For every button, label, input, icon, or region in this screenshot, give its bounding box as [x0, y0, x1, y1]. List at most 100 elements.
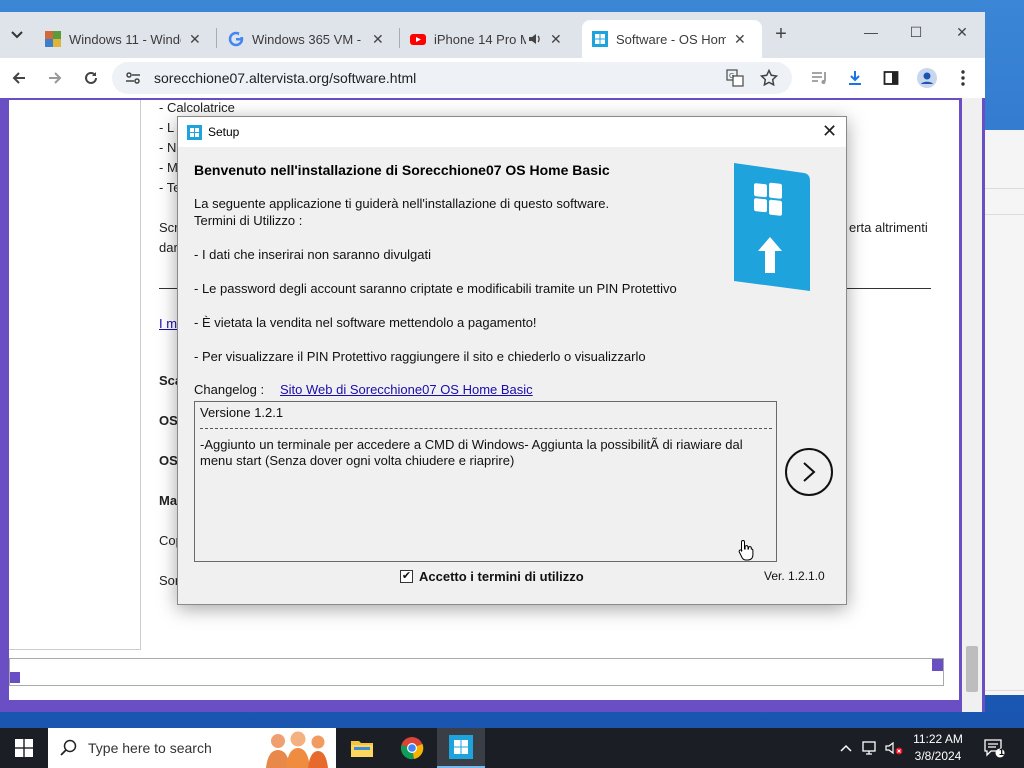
notification-count: 1 [999, 747, 1005, 757]
next-button[interactable] [785, 448, 833, 496]
changelog-label: Changelog : [194, 382, 265, 397]
separator-line [200, 428, 772, 429]
page-footer-bar [9, 658, 944, 686]
new-tab-button[interactable]: + [770, 24, 792, 46]
downloads-button[interactable] [843, 66, 867, 90]
close-tab-icon[interactable]: ✕ [734, 31, 746, 48]
term-item: - È vietata la vendita nel software mett… [194, 315, 537, 330]
windows-logo-icon [187, 125, 202, 140]
hand-cursor-icon [738, 539, 754, 561]
chrome-menu-button[interactable] [951, 66, 975, 90]
close-tab-icon[interactable]: ✕ [372, 31, 384, 48]
dialog-heading: Benvenuto nell'installazione di Sorecchi… [194, 162, 610, 178]
clock-time: 11:22 AM [913, 732, 963, 746]
section-heading: OS [159, 413, 178, 428]
svg-text:G: G [729, 72, 734, 80]
clock-date: 3/8/2024 [914, 749, 962, 763]
back-button[interactable] [7, 66, 31, 90]
address-bar[interactable]: sorecchione07.altervista.org/software.ht… [112, 62, 792, 94]
list-item: - M [159, 160, 178, 175]
chevron-up-icon [840, 744, 852, 752]
side-panel-icon [883, 71, 899, 85]
media-controls-button[interactable] [808, 66, 832, 90]
section-heading: Ma [159, 493, 178, 508]
profile-button[interactable] [915, 66, 939, 90]
tab-search-button[interactable] [6, 24, 28, 46]
chrome-taskbar-button[interactable] [388, 728, 436, 768]
file-explorer-taskbar-button[interactable] [338, 728, 386, 768]
setup-app-taskbar-button[interactable] [437, 728, 485, 768]
background-window[interactable] [984, 130, 1024, 695]
setup-logo-icon [734, 163, 810, 291]
download-icon [849, 71, 861, 85]
dialog-close-button[interactable]: ✕ [822, 121, 837, 142]
version-line: Versione 1.2.1 [200, 405, 284, 420]
music-queue-icon [812, 72, 826, 84]
list-item: - N [159, 140, 177, 155]
search-placeholder: Type here to search [88, 740, 212, 756]
taskbar-clock[interactable]: 11:22 AM 3/8/2024 [900, 731, 976, 765]
scrollbar-thumb[interactable] [966, 646, 978, 692]
list-item: - Calcolatrice [159, 100, 235, 115]
page-link[interactable]: I m [159, 316, 177, 331]
forward-button[interactable] [43, 66, 67, 90]
reload-icon [85, 71, 97, 84]
intro-text: La seguente applicazione ti guiderà nell… [194, 196, 610, 211]
page-sidebar [9, 100, 141, 650]
search-icon [60, 739, 77, 756]
side-panel-button[interactable] [879, 66, 903, 90]
browser-toolbar: sorecchione07.altervista.org/software.ht… [0, 58, 985, 98]
google-favicon-icon [228, 31, 244, 47]
tab-windows-365[interactable]: Windows 365 VM - C ✕ [218, 20, 394, 58]
tab-iphone[interactable]: iPhone 14 Pro M ✕ [400, 20, 572, 58]
website-link[interactable]: Sito Web di Sorecchione07 OS Home Basic [280, 382, 533, 397]
chrome-icon [401, 737, 424, 760]
changelog-textbox[interactable]: Versione 1.2.1 -Aggiunto un terminale pe… [194, 401, 777, 562]
url-text: sorecchione07.altervista.org/software.ht… [154, 70, 417, 86]
start-button[interactable] [0, 728, 48, 768]
speaker-icon[interactable] [528, 32, 542, 46]
vertical-scrollbar[interactable] [962, 98, 982, 712]
setup-dialog: Setup ✕ Benvenuto nell'installazione di … [177, 116, 847, 605]
youtube-favicon-icon [410, 34, 426, 45]
dialog-titlebar[interactable]: Setup ✕ [178, 117, 846, 147]
windows-start-icon [15, 739, 33, 757]
bookmark-star-icon[interactable] [760, 69, 778, 87]
footer-marker [10, 672, 20, 683]
maximize-button[interactable]: ☐ [901, 24, 931, 46]
notifications-button[interactable]: 1 [980, 728, 1008, 768]
terms-label: Termini di Utilizzo : [194, 213, 303, 228]
close-tab-icon[interactable]: ✕ [550, 31, 562, 48]
reload-button[interactable] [79, 66, 103, 90]
dialog-title: Setup [208, 125, 240, 139]
chevron-down-icon [11, 31, 23, 39]
accept-terms-checkbox[interactable]: ✔ [400, 570, 413, 583]
arrow-right-icon [49, 72, 62, 84]
show-hidden-icons-button[interactable] [836, 728, 856, 768]
version-label: Ver. 1.2.1.0 [764, 569, 825, 583]
taskbar-search-box[interactable]: Type here to search [48, 728, 336, 768]
accept-terms-label[interactable]: Accetto i termini di utilizzo [419, 569, 584, 584]
translate-icon[interactable]: G [726, 69, 744, 87]
network-tray-button[interactable] [860, 728, 882, 768]
tab-title: Windows 11 - Windo [69, 31, 181, 47]
search-highlight-people-icon [266, 731, 328, 768]
kebab-menu-icon [961, 70, 965, 86]
close-tab-icon[interactable]: ✕ [189, 31, 201, 48]
site-settings-icon[interactable] [125, 70, 141, 86]
tab-software[interactable]: Software - OS Home ✕ [582, 20, 762, 58]
term-item: - Per visualizzare il PIN Protettivo rag… [194, 349, 646, 364]
tab-strip: Windows 11 - Windo ✕ Windows 365 VM - C … [0, 12, 985, 58]
term-item: - I dati che inserirai non saranno divul… [194, 247, 432, 262]
mosaic-favicon-icon [45, 31, 61, 47]
window-close-button[interactable]: ✕ [947, 24, 977, 46]
paragraph-text: dar [159, 240, 178, 255]
term-item: - Le password degli account saranno crip… [194, 281, 677, 296]
section-heading: OS [159, 453, 178, 468]
folder-icon [351, 741, 373, 757]
tab-windows-11[interactable]: Windows 11 - Windo ✕ [35, 20, 211, 58]
minimize-button[interactable]: — [856, 24, 886, 46]
tab-title: Software - OS Home [616, 31, 726, 47]
windows-favicon-icon [592, 31, 608, 47]
changelog-text: -Aggiunto un terminale per accedere a CM… [200, 437, 743, 468]
